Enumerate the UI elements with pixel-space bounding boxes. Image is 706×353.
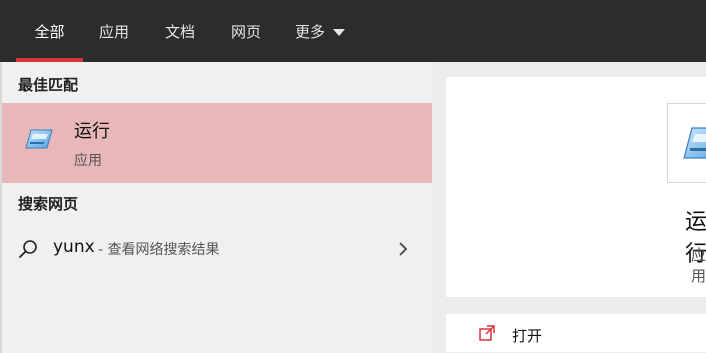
section-web-search: 搜索网页 [18,195,79,213]
run-icon [683,127,706,159]
detail-panel: 运行 应用 打开 [432,62,706,353]
open-icon [479,325,495,341]
best-match-result[interactable]: 运行 应用 [2,103,434,183]
tab-label: 更多 [294,22,325,41]
tab-label: 应用 [98,22,129,41]
best-match-subtitle: 应用 [74,153,102,169]
best-match-title: 运行 [74,121,110,142]
tab-label: 网页 [230,22,261,41]
detail-card: 运行 应用 [446,77,706,297]
open-label: 打开 [512,327,543,345]
tab-more[interactable]: 更多 [280,0,360,62]
web-search-hint: - 查看网络搜索结果 [98,242,220,258]
web-search-query: yunx [53,237,95,257]
detail-subtitle: 应用 [691,246,706,285]
search-window: 全部 应用 文档 网页 更多 最佳匹配 运行 应用 搜索网页 yunx - 查看… [0,0,706,353]
chevron-right-icon[interactable] [396,240,410,258]
web-search-result[interactable]: yunx - 查看网络搜索结果 [2,230,434,268]
section-best-match: 最佳匹配 [18,76,79,94]
tab-documents[interactable]: 文档 [150,0,210,62]
detail-app-icon-frame [667,103,706,183]
tab-label: 文档 [164,22,195,41]
search-icon [19,240,37,258]
chevron-down-icon [333,28,345,36]
search-tabs: 全部 应用 文档 网页 更多 [0,0,706,62]
tab-all[interactable]: 全部 [16,0,83,62]
open-button[interactable]: 打开 [446,314,706,352]
run-icon [25,129,53,149]
tab-label: 全部 [34,22,65,41]
tab-web[interactable]: 网页 [216,0,276,62]
results-panel: 最佳匹配 运行 应用 搜索网页 yunx - 查看网络搜索结果 [0,62,434,353]
tab-apps[interactable]: 应用 [84,0,144,62]
